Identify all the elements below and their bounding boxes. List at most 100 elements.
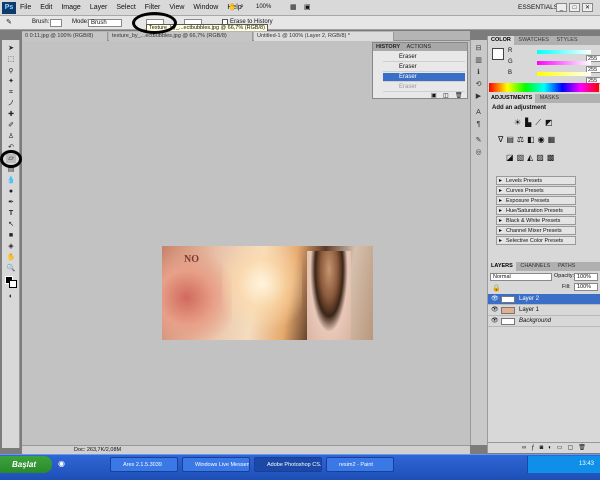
zoom-level[interactable]: 100% xyxy=(256,4,271,10)
tab-channels[interactable]: CHANNELS xyxy=(517,263,553,269)
delete-state-icon[interactable]: 🗑 xyxy=(455,92,463,99)
layer-name[interactable]: Background xyxy=(519,316,551,327)
brush-tool-icon[interactable]: ✐ xyxy=(6,121,16,130)
history-item[interactable]: Eraser xyxy=(383,63,465,72)
hand-tool-icon[interactable]: ✋ xyxy=(228,3,237,11)
character-icon[interactable]: A xyxy=(473,108,484,117)
preset-selective-color[interactable]: Selective Color Presets xyxy=(496,236,576,245)
tab-color[interactable]: COLOR xyxy=(488,36,514,45)
new-group-icon[interactable]: ▭ xyxy=(557,445,568,451)
mode-dropdown[interactable]: Brush xyxy=(88,19,122,27)
preset-hue-saturation[interactable]: Hue/Saturation Presets xyxy=(496,206,576,215)
menu-file[interactable]: File xyxy=(20,0,31,16)
exposure-icon[interactable]: ◩ xyxy=(545,118,557,127)
marquee-tool-icon[interactable]: ⬚ xyxy=(6,55,16,64)
levels-icon[interactable]: ▙ xyxy=(525,118,535,127)
type-tool-icon[interactable]: T xyxy=(6,209,16,218)
close-button[interactable]: ✕ xyxy=(582,3,593,12)
layer-fill-field[interactable]: 100% xyxy=(574,283,598,291)
eyedropper-tool-icon[interactable]: ノ xyxy=(6,99,16,108)
menu-edit[interactable]: Edit xyxy=(40,0,52,16)
visibility-eye-icon[interactable]: 👁 xyxy=(491,294,499,305)
new-document-from-state-icon[interactable]: ▣ xyxy=(431,92,437,99)
taskbar-item-active[interactable]: Adobe Photoshop CS... xyxy=(254,457,322,472)
menu-view[interactable]: View xyxy=(169,0,184,16)
lock-icons[interactable]: 🔒 xyxy=(492,284,501,292)
threshold-icon[interactable]: ◭ xyxy=(527,153,536,162)
brightness-contrast-icon[interactable]: ☀ xyxy=(514,118,525,127)
pen-tool-icon[interactable]: ✒ xyxy=(6,198,16,207)
selective-color-icon[interactable]: ▩ xyxy=(547,153,558,162)
clone-stamp-tool-icon[interactable]: ♙ xyxy=(6,132,16,141)
menu-window[interactable]: Window xyxy=(193,0,218,16)
preset-curves[interactable]: Curves Presets xyxy=(496,186,576,195)
tab-masks[interactable]: MASKS xyxy=(537,95,562,101)
curves-icon[interactable]: ⟋ xyxy=(535,118,545,127)
arrange-documents-icon[interactable]: ▦ xyxy=(290,3,297,11)
gradient-map-icon[interactable]: ▨ xyxy=(536,153,547,162)
posterize-icon[interactable]: ▧ xyxy=(517,153,528,162)
history-icon[interactable]: ⟲ xyxy=(473,80,484,89)
tab-history[interactable]: HISTORY xyxy=(376,44,400,50)
preset-levels[interactable]: Levels Presets xyxy=(496,176,576,185)
taskbar-item[interactable]: resim2 - Paint xyxy=(326,457,394,472)
invert-icon[interactable]: ◪ xyxy=(506,153,517,162)
minimize-button[interactable]: _ xyxy=(556,3,567,12)
zoom-tool-icon[interactable]: ⌕ xyxy=(240,3,244,11)
document-tab-active[interactable]: Untitled-1 @ 100% (Layer 2, RGB/8) * xyxy=(254,32,394,41)
color-spectrum-ramp[interactable] xyxy=(489,83,599,92)
blur-tool-icon[interactable]: 💧 xyxy=(6,176,16,185)
preset-channel-mixer[interactable]: Channel Mixer Presets xyxy=(496,226,576,235)
shape-tool-icon[interactable]: ■ xyxy=(6,231,16,240)
tab-layers[interactable]: LAYERS xyxy=(488,262,516,271)
tab-swatches[interactable]: SWATCHES xyxy=(515,37,552,43)
link-layers-icon[interactable]: ∞ xyxy=(522,445,531,451)
visibility-eye-icon[interactable]: 👁 xyxy=(491,305,499,316)
layer-row[interactable]: 👁 Background xyxy=(488,316,600,327)
color-balance-icon[interactable]: ⚖ xyxy=(517,135,527,144)
taskbar-item[interactable]: Ares 2.1.5.3039 xyxy=(110,457,178,472)
quick-mask-icon[interactable]: ◐ xyxy=(6,292,16,301)
blend-mode-dropdown[interactable]: Normal xyxy=(490,273,552,281)
document-tab[interactable]: 0 0:11.jpg @ 100% (RGB/8) xyxy=(22,32,108,41)
start-button[interactable]: Başlat xyxy=(0,456,52,473)
magic-wand-tool-icon[interactable]: ✦ xyxy=(6,77,16,86)
navigator-icon[interactable]: ⊟ xyxy=(473,44,484,53)
preset-black-white[interactable]: Black & White Presets xyxy=(496,216,576,225)
layer-style-icon[interactable]: ƒ xyxy=(531,445,539,451)
brushes-icon[interactable]: ✎ xyxy=(473,136,484,145)
tab-styles[interactable]: STYLES xyxy=(554,37,581,43)
new-snapshot-icon[interactable]: ◫ xyxy=(443,92,449,99)
move-tool-icon[interactable]: ➤ xyxy=(6,44,16,53)
screen-mode-icon[interactable]: ▣ xyxy=(304,3,311,11)
layer-mask-icon[interactable]: ◙ xyxy=(540,445,549,451)
layer-name[interactable]: Layer 1 xyxy=(519,305,539,316)
crop-tool-icon[interactable]: ⌗ xyxy=(6,88,16,97)
tab-adjustments[interactable]: ADJUSTMENTS xyxy=(488,94,536,103)
new-layer-icon[interactable]: ▢ xyxy=(568,445,579,451)
canvas-workspace[interactable]: NO xyxy=(22,41,470,445)
color-panel-foreground-swatch[interactable] xyxy=(492,48,504,60)
maximize-button[interactable]: □ xyxy=(569,3,580,12)
eraser-tool-icon[interactable]: ✎ xyxy=(6,18,12,26)
quick-launch-icon[interactable]: ◉ xyxy=(58,459,65,468)
actions-icon[interactable]: ▶ xyxy=(473,92,484,101)
clone-source-icon[interactable]: ◎ xyxy=(473,148,484,157)
layer-name[interactable]: Layer 2 xyxy=(519,294,539,305)
history-item[interactable]: Eraser xyxy=(383,83,465,92)
history-item-selected[interactable]: Eraser xyxy=(383,73,465,82)
paragraph-icon[interactable]: ¶ xyxy=(473,120,484,129)
delete-layer-icon[interactable]: 🗑 xyxy=(578,445,591,451)
black-white-icon[interactable]: ◧ xyxy=(527,135,538,144)
menu-select[interactable]: Select xyxy=(116,0,135,16)
menu-image[interactable]: Image xyxy=(61,0,80,16)
layer-opacity-field[interactable]: 100% xyxy=(574,273,598,281)
healing-brush-tool-icon[interactable]: ✚ xyxy=(6,110,16,119)
visibility-eye-icon[interactable]: 👁 xyxy=(491,316,499,327)
channel-mixer-icon[interactable]: ▦ xyxy=(548,135,559,144)
lasso-tool-icon[interactable]: ϙ xyxy=(6,66,16,75)
layer-row-selected[interactable]: 👁 Layer 2 xyxy=(488,294,600,305)
history-item[interactable]: Eraser xyxy=(383,53,465,62)
dodge-tool-icon[interactable]: ● xyxy=(6,187,16,196)
preset-exposure[interactable]: Exposure Presets xyxy=(496,196,576,205)
